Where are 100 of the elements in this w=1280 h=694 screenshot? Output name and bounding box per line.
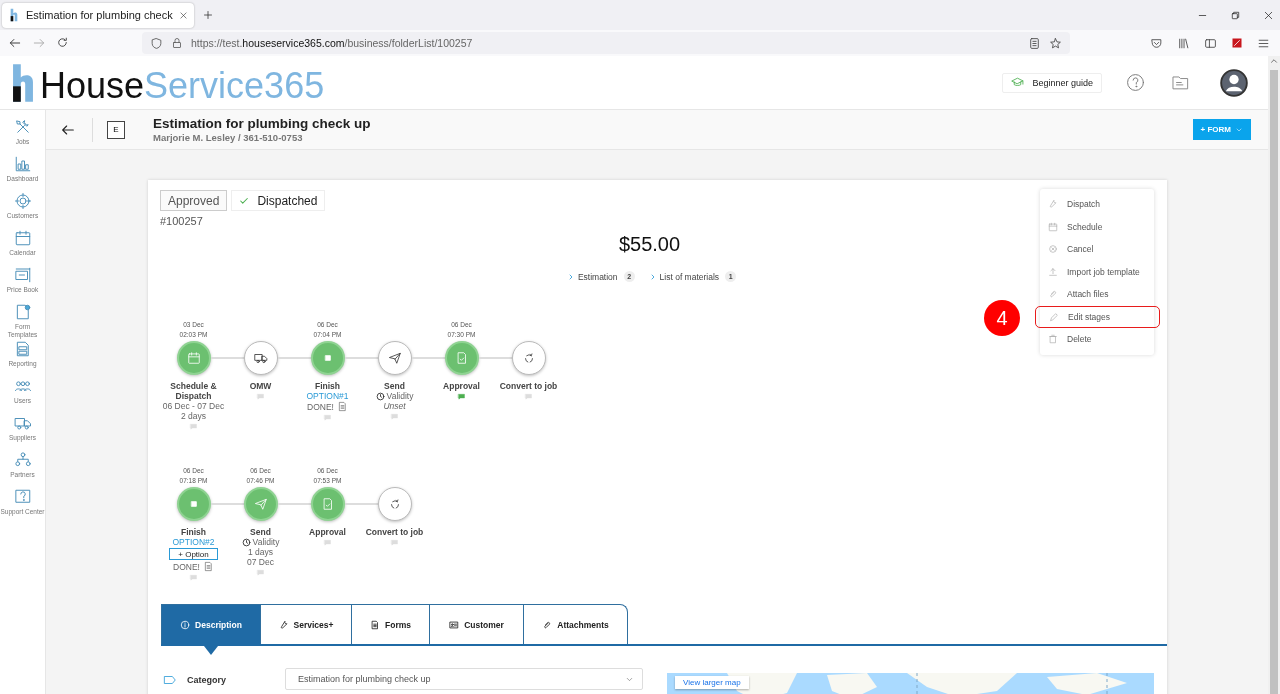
browser-tab[interactable]: Estimation for plumbing check	[2, 2, 194, 28]
logo-wordmark: HouseService365	[40, 67, 325, 104]
price-tag-icon	[13, 266, 32, 284]
paperclip-icon	[1048, 289, 1058, 300]
stage-label: Send	[249, 527, 272, 537]
tag-icon	[163, 673, 177, 687]
stage-circle[interactable]	[176, 487, 211, 521]
wrench-icon	[1048, 199, 1058, 210]
calendar-icon	[1048, 221, 1058, 232]
plus-icon[interactable]	[201, 9, 214, 21]
stage-circle[interactable]	[444, 341, 479, 375]
paperclip-icon	[542, 619, 553, 630]
section-link[interactable]: List of materials	[659, 271, 720, 282]
upload-icon	[1048, 266, 1058, 277]
star-icon[interactable]	[1049, 36, 1062, 50]
clock-icon	[375, 391, 385, 401]
stage-label: Approval	[308, 527, 347, 537]
validity-label: Validity	[386, 391, 414, 401]
stage-label: Schedule & Dispatch	[169, 381, 218, 401]
paper-plane-icon	[253, 497, 268, 511]
stage-detail: Unset	[383, 401, 406, 411]
pencil-icon	[1049, 311, 1059, 322]
stage-label: Finish	[180, 527, 207, 537]
category-select[interactable]: Estimation for plumbing check up	[285, 668, 643, 690]
menu-item[interactable]: Delete	[1040, 328, 1154, 351]
stage-detail: 2 days	[180, 411, 206, 421]
close-icon[interactable]	[178, 10, 188, 20]
stage-label: Approval	[442, 381, 481, 391]
step-marker: 4	[984, 300, 1020, 336]
done-label: DONE!	[307, 401, 334, 412]
logo-icon	[8, 8, 20, 22]
beginner-guide-button[interactable]: Beginner guide	[1002, 72, 1102, 93]
target-icon	[13, 192, 32, 210]
stage-label: Finish	[314, 381, 341, 391]
stage-label: Convert to job	[364, 527, 425, 537]
menu-item[interactable]: Import job template	[1040, 260, 1154, 283]
caret-icon[interactable]	[1269, 56, 1279, 66]
stage-circle[interactable]	[243, 341, 278, 375]
stage-circle[interactable]	[377, 341, 412, 375]
refresh-icon[interactable]	[56, 36, 69, 49]
menu-item[interactable]: Dispatch	[1040, 193, 1154, 216]
reader-view-icon[interactable]	[1028, 36, 1041, 50]
close-icon[interactable]	[1263, 9, 1274, 21]
field-label: Category	[187, 675, 226, 685]
job-number: #100257	[160, 215, 203, 227]
menu-item[interactable]: Cancel	[1040, 238, 1154, 261]
done-label: DONE!	[173, 561, 200, 572]
wrench-icon	[278, 619, 289, 630]
calendar-icon	[186, 351, 201, 365]
document-icon[interactable]	[202, 561, 214, 572]
stage-circle[interactable]	[310, 487, 345, 521]
stage-detail: 1 days	[247, 547, 273, 557]
add-option-button[interactable]: + Option	[169, 548, 218, 560]
avatar-icon[interactable]	[1220, 68, 1248, 97]
lock-icon	[171, 37, 183, 49]
trash-icon	[1048, 334, 1058, 345]
document-icon	[370, 619, 380, 630]
document-icon[interactable]	[336, 401, 348, 412]
address-bar[interactable]: https://test.houseservice365.com/business/folderList/100257	[142, 32, 1070, 54]
view-larger-map-button[interactable]: View larger map	[675, 676, 749, 689]
info-icon	[180, 619, 191, 630]
graduation-cap-icon	[1011, 76, 1025, 89]
comment-icon[interactable]	[457, 392, 466, 401]
tools-icon	[13, 118, 32, 136]
job-title: Estimation for plumbing check up	[153, 116, 371, 131]
calendar-icon	[13, 229, 32, 247]
stage-circle[interactable]	[243, 487, 278, 521]
validity-label: Validity	[252, 537, 280, 547]
network-icon	[13, 451, 32, 469]
help-icon[interactable]	[1126, 73, 1145, 92]
job-price: $55.00	[618, 233, 681, 257]
sidebar-icon[interactable]	[1204, 36, 1217, 50]
pocket-icon[interactable]	[1150, 36, 1163, 50]
section-link[interactable]: Estimation	[577, 271, 618, 282]
restore-icon[interactable]	[1230, 9, 1241, 21]
library-icon[interactable]	[1177, 36, 1190, 50]
stage-circle[interactable]	[310, 341, 345, 375]
cancel-icon	[1048, 244, 1058, 255]
shield-icon	[150, 36, 163, 50]
tab[interactable]: Description	[161, 604, 261, 644]
paper-plane-icon	[387, 351, 402, 365]
stage-circle[interactable]	[176, 341, 211, 375]
help-icon	[13, 488, 32, 506]
menu-item[interactable]: Attach files	[1040, 283, 1154, 306]
extension-icon[interactable]	[1231, 36, 1243, 49]
clock-icon	[241, 537, 251, 547]
stage-label: OMW	[248, 381, 273, 391]
folder-icon[interactable]	[1171, 73, 1190, 92]
status-badge: Dispatched	[231, 190, 326, 211]
scrollbar[interactable]	[1268, 56, 1280, 694]
bar-chart-icon	[13, 155, 32, 173]
stage-detail: 07 Dec	[247, 557, 274, 567]
job-type-badge: E	[107, 120, 125, 139]
tab[interactable]: Attachments	[523, 604, 628, 644]
id-card-icon	[449, 619, 460, 630]
menu-item[interactable]: Schedule	[1040, 215, 1154, 238]
menu-item[interactable]: Edit stages	[1035, 305, 1160, 328]
customer-info: Marjorie M. Lesley / 361-510-0753	[153, 132, 304, 143]
forward-arrow-icon[interactable]	[32, 36, 46, 50]
stage-label: Send	[383, 381, 406, 391]
